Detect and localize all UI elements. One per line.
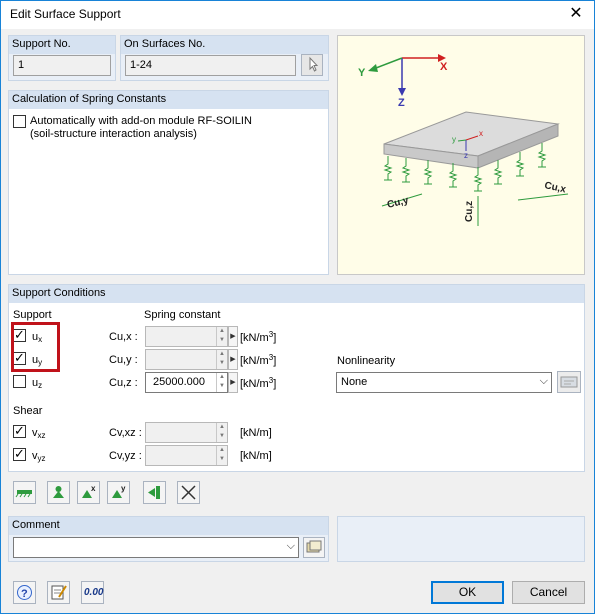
on-surfaces-field[interactable]: 1-24	[125, 55, 296, 76]
svg-text:?: ?	[21, 588, 28, 600]
vyz-checkbox[interactable]	[13, 446, 26, 462]
axis-y-label: Y	[358, 67, 366, 79]
on-surfaces-label: On Surfaces No.	[121, 36, 328, 54]
cuy-unit: [kN/m3]	[240, 353, 277, 367]
cu-z-label: Cu,z	[464, 201, 475, 222]
comment-preview-box	[337, 516, 585, 562]
rf-soilin-label-1: Automatically with add-on module RF-SOIL…	[30, 115, 252, 127]
units-button[interactable]: 0.00	[81, 581, 104, 604]
shear-label: Shear	[13, 405, 43, 417]
nonlinearity-label: Nonlinearity	[337, 355, 396, 367]
cuy-next-button[interactable]: ▶	[228, 349, 238, 370]
local-x-label: x	[479, 129, 483, 138]
support-y-button[interactable]: y	[107, 481, 130, 504]
cuz-label: Cu,z :	[109, 377, 138, 389]
axis-x-label: X	[440, 61, 448, 73]
cvxz-spin-arrows[interactable]: ▲ ▼	[216, 423, 227, 442]
cuy-input[interactable]: ▲ ▼ ▶	[145, 349, 238, 370]
comment-library-button[interactable]	[303, 537, 325, 558]
hinged-support-button[interactable]	[47, 481, 70, 504]
cross-arrows-icon	[181, 485, 196, 500]
support-no-label: Support No.	[9, 36, 115, 54]
cux-next-button[interactable]: ▶	[228, 326, 238, 347]
help-button[interactable]: ?	[13, 581, 36, 604]
cuz-unit: [kN/m3]	[240, 376, 277, 390]
vxz-checkbox[interactable]	[13, 423, 26, 439]
svg-text:x: x	[91, 484, 96, 493]
uz-checkbox[interactable]	[13, 375, 26, 388]
comment-label: Comment	[9, 517, 328, 535]
support-y-icon: y	[112, 484, 126, 498]
cvyz-spin-arrows[interactable]: ▲ ▼	[216, 446, 227, 465]
nonlinearity-select[interactable]: None ⌵	[336, 372, 552, 393]
library-icon	[306, 540, 322, 553]
chevron-down-icon: ⌵	[539, 375, 548, 387]
vxz-label: vxz	[32, 427, 46, 440]
support-diagram: X Y Z y x z Cu,y Cu,x Cu,z	[337, 35, 585, 275]
cancel-button[interactable]: Cancel	[512, 581, 585, 604]
calc-spring-header: Calculation of Spring Constants	[9, 91, 328, 109]
cux-input[interactable]: ▲ ▼ ▶	[145, 326, 238, 347]
title-bar: Edit Surface Support ✕	[1, 1, 594, 29]
cuy-label: Cu,y :	[109, 354, 138, 366]
no-support-button[interactable]	[177, 481, 200, 504]
support-no-field[interactable]: 1	[13, 55, 111, 76]
cvxz-label: Cv,xz :	[109, 427, 142, 439]
cu-x-label: Cu,x	[543, 180, 567, 195]
support-z-button[interactable]	[143, 481, 166, 504]
cux-unit: [kN/m3]	[240, 330, 277, 344]
decimal-units-icon: 0.00	[84, 587, 104, 598]
pick-cursor-icon	[309, 56, 319, 72]
support-x-button[interactable]: x	[77, 481, 100, 504]
rf-soilin-label-2: (soil-structure interaction analysis)	[30, 128, 197, 140]
edit-dialog-icon	[560, 376, 578, 388]
rf-soilin-checkbox[interactable]	[13, 115, 26, 128]
cuy-spin-arrows[interactable]: ▲ ▼	[216, 350, 227, 369]
support-conditions-header: Support Conditions	[9, 285, 584, 303]
lateral-support-icon	[148, 486, 160, 499]
fixed-support-icon	[15, 490, 32, 498]
close-icon[interactable]: ✕	[566, 4, 586, 24]
cvxz-unit: [kN/m]	[240, 427, 272, 439]
support-type-button[interactable]	[13, 481, 36, 504]
axis-z-label: Z	[398, 97, 405, 109]
window-title: Edit Surface Support	[10, 7, 121, 21]
ux-uy-highlight	[11, 322, 60, 372]
help-icon: ?	[17, 585, 32, 600]
cuz-next-button[interactable]: ▶	[228, 372, 238, 393]
notepad-edit-icon	[51, 585, 67, 600]
vyz-label: vyz	[32, 450, 46, 463]
edit-button[interactable]	[47, 581, 70, 604]
chevron-down-icon: ⌵	[286, 540, 295, 552]
support-label: Support	[13, 309, 52, 321]
support-no-panel: Support No. 1	[8, 35, 116, 81]
svg-text:y: y	[121, 484, 126, 493]
cvyz-unit: [kN/m]	[240, 450, 272, 462]
on-surfaces-panel: On Surfaces No. 1-24	[120, 35, 329, 81]
cvyz-input[interactable]: ▲ ▼	[145, 445, 228, 466]
cux-label: Cu,x :	[109, 331, 138, 343]
comment-panel: Comment ⌵	[8, 516, 329, 562]
dialog-window: Edit Surface Support ✕ Support No. 1 On …	[0, 0, 595, 614]
support-x-icon: x	[82, 484, 96, 498]
cuz-spin-arrows[interactable]: ▲ ▼	[216, 373, 227, 392]
hinged-support-icon	[53, 486, 64, 498]
cux-spin-arrows[interactable]: ▲ ▼	[216, 327, 227, 346]
ok-button[interactable]: OK	[431, 581, 504, 604]
cuz-input[interactable]: 25000.000 ▲ ▼ ▶	[145, 372, 238, 393]
comment-input[interactable]: ⌵	[13, 537, 299, 558]
local-z-label: z	[464, 151, 468, 160]
cu-y-label: Cu,y	[386, 195, 410, 211]
uz-label: uz	[32, 377, 43, 390]
cvyz-label: Cv,yz :	[109, 450, 142, 462]
nonlinearity-edit-button[interactable]	[557, 371, 581, 393]
local-y-label: y	[452, 135, 456, 144]
calc-spring-panel: Calculation of Spring Constants Automati…	[8, 90, 329, 275]
select-surfaces-button[interactable]	[301, 54, 323, 76]
plate-diagram-svg: X Y Z y x z Cu,y Cu,x Cu,z	[358, 54, 569, 226]
cvxz-input[interactable]: ▲ ▼	[145, 422, 228, 443]
spring-constant-label: Spring constant	[144, 309, 221, 321]
